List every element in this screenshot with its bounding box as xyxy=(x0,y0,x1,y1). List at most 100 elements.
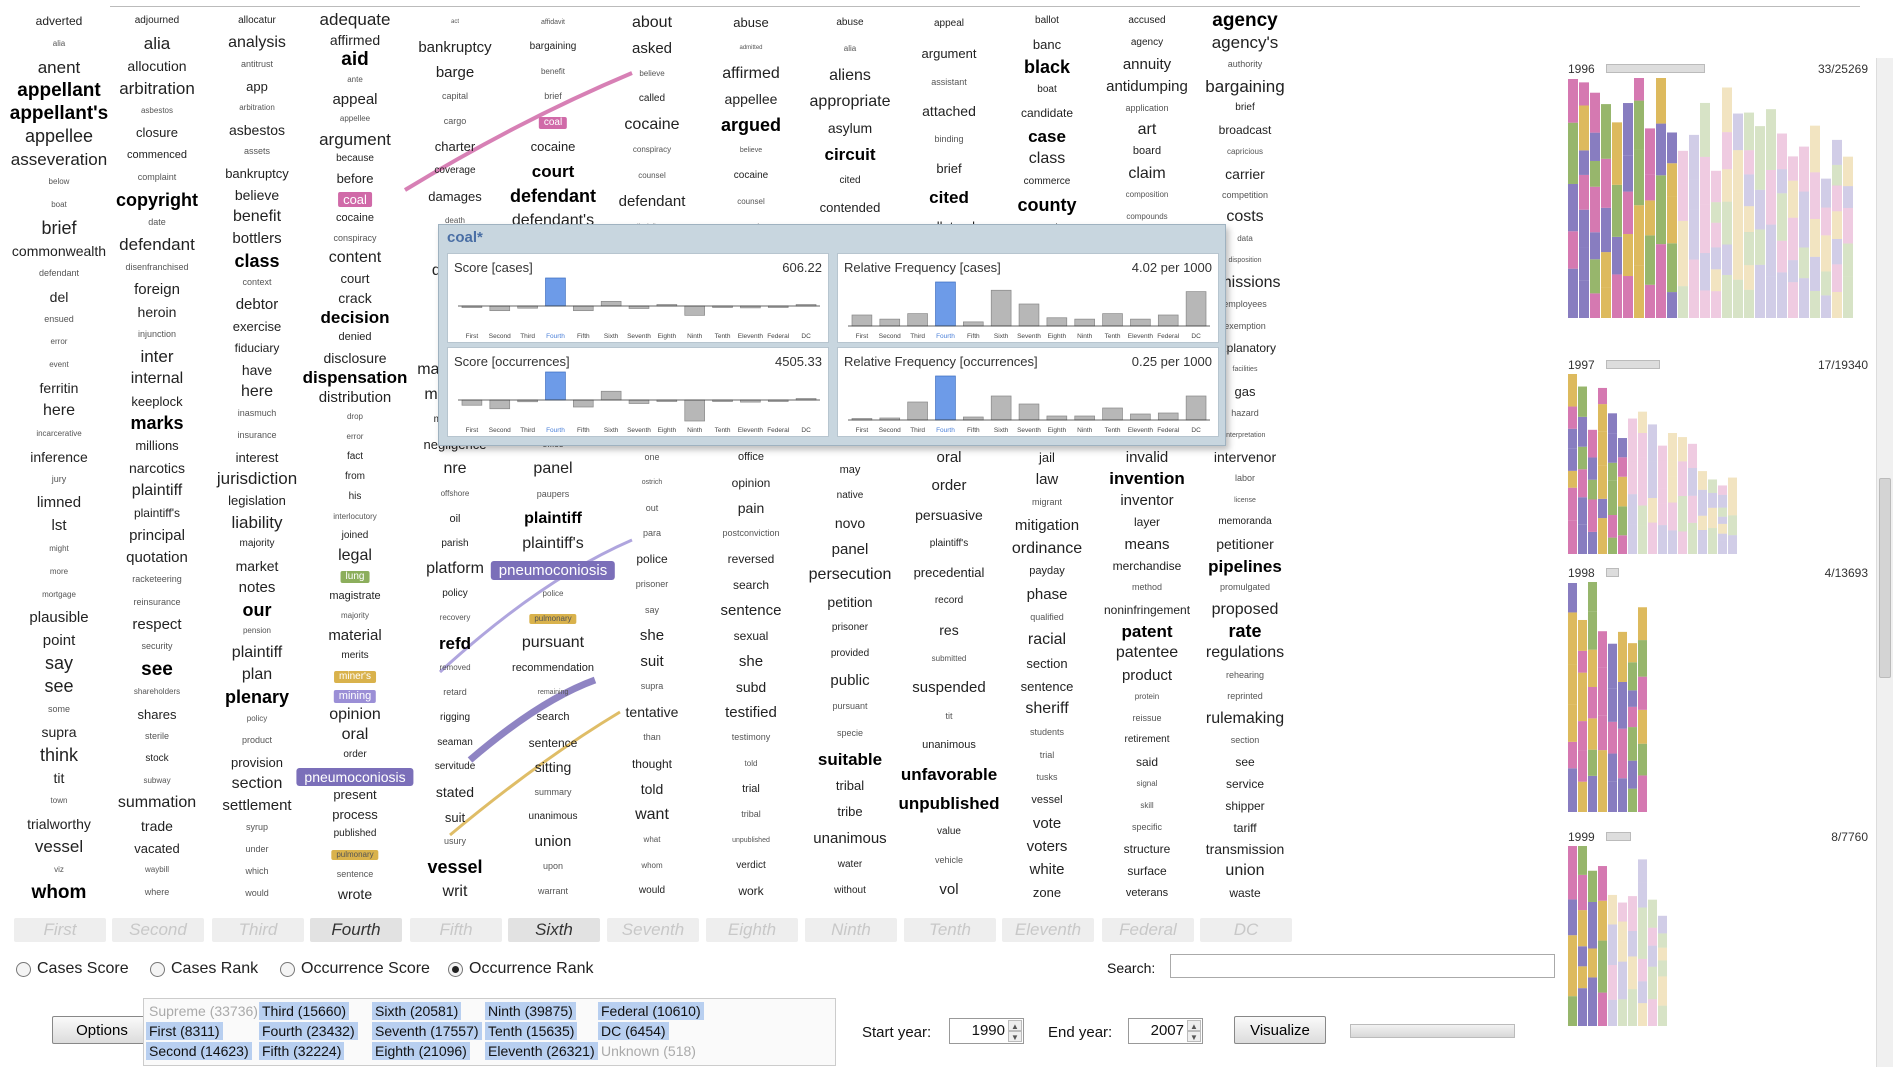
column-header-fourth[interactable]: Fourth xyxy=(310,918,402,942)
court-list-item[interactable]: Tenth (15635) xyxy=(485,1022,578,1040)
start-year-spinner[interactable]: 1990 ▲ ▼ xyxy=(949,1018,1024,1044)
word-item[interactable]: agency xyxy=(1186,11,1304,30)
spin-down-icon[interactable]: ▼ xyxy=(1008,1031,1022,1042)
court-selection-list[interactable]: Supreme (33736) First (8311) Second (14623… xyxy=(143,998,836,1066)
histogram-segment xyxy=(1578,672,1587,722)
court-list-item[interactable]: Fourth (23432) xyxy=(259,1022,358,1040)
radio-dot[interactable] xyxy=(448,961,463,977)
radio-occurrence-rank[interactable]: Occurrence Rank xyxy=(448,960,594,978)
column-header-ninth[interactable]: Ninth xyxy=(805,918,897,942)
word-item[interactable]: regulations xyxy=(1186,645,1304,661)
histogram-segment xyxy=(1711,291,1721,318)
spin-up-icon[interactable]: ▲ xyxy=(1187,1020,1201,1031)
options-button[interactable]: Options xyxy=(52,1016,152,1044)
radio-dot[interactable] xyxy=(150,961,165,977)
court-list-item[interactable]: Sixth (20581) xyxy=(372,1002,462,1020)
court-list-item[interactable]: Seventh (17557) xyxy=(372,1022,482,1040)
histogram-segment xyxy=(1832,185,1842,212)
spin-down-icon[interactable]: ▼ xyxy=(1187,1031,1201,1042)
histogram-segment xyxy=(1799,247,1809,279)
word-item[interactable]: shipper xyxy=(1186,800,1304,812)
word-item[interactable]: license xyxy=(1186,497,1304,504)
spin-up-icon[interactable]: ▲ xyxy=(1008,1020,1022,1031)
word-item[interactable]: transmission xyxy=(1186,842,1304,856)
word-item[interactable]: lung xyxy=(340,571,370,584)
histogram-segment xyxy=(1656,78,1666,124)
word-item[interactable]: costs xyxy=(1186,209,1304,225)
word-item[interactable]: pulmonary xyxy=(529,614,577,625)
column-header-federal[interactable]: Federal xyxy=(1102,918,1194,942)
column-header-sixth[interactable]: Sixth xyxy=(508,918,600,942)
histogram-segment xyxy=(1598,465,1607,499)
word-item[interactable]: promulgated xyxy=(1186,583,1304,592)
popup-title: coal* xyxy=(447,229,483,246)
court-list-item[interactable]: Third (15660) xyxy=(259,1002,350,1020)
column-header-third[interactable]: Third xyxy=(212,918,304,942)
court-list-item[interactable]: Eighth (21096) xyxy=(372,1042,470,1060)
histogram-segment xyxy=(1608,515,1617,538)
word-item[interactable]: capricious xyxy=(1186,147,1304,156)
word-item[interactable]: pipelines xyxy=(1186,558,1304,575)
vertical-scrollbar[interactable] xyxy=(1876,58,1893,1067)
column-header-tenth[interactable]: Tenth xyxy=(904,918,996,942)
word-item[interactable]: petitioner xyxy=(1186,537,1304,551)
court-list-item[interactable]: Federal (10610) xyxy=(598,1002,704,1020)
word-item[interactable]: union xyxy=(1186,863,1304,879)
court-list-item[interactable]: Supreme (33736) xyxy=(146,1002,261,1020)
word-item[interactable]: reprinted xyxy=(1186,692,1304,701)
scrollbar-thumb[interactable] xyxy=(1879,478,1891,678)
word-item[interactable]: agency's xyxy=(1186,34,1304,51)
court-list-item[interactable]: Second (14623) xyxy=(146,1042,252,1060)
column-header-first[interactable]: First xyxy=(14,918,106,942)
word-item[interactable]: see xyxy=(1186,756,1304,768)
visualize-button[interactable]: Visualize xyxy=(1234,1016,1326,1044)
column-header-seventh[interactable]: Seventh xyxy=(607,918,699,942)
search-input[interactable] xyxy=(1170,954,1555,978)
court-list-item[interactable]: First (8311) xyxy=(146,1022,223,1040)
word-item[interactable]: broadcast xyxy=(1186,124,1304,136)
column-header-fifth[interactable]: Fifth xyxy=(410,918,502,942)
column-header-second[interactable]: Second xyxy=(112,918,204,942)
word-item[interactable]: pulmonary xyxy=(331,850,379,861)
word-item[interactable]: proposed xyxy=(1186,601,1304,618)
word-item[interactable]: bargaining xyxy=(1186,78,1304,95)
end-year-spinner[interactable]: 2007 ▲ ▼ xyxy=(1128,1018,1203,1044)
popup-bar xyxy=(963,321,984,327)
word-item[interactable]: mining xyxy=(333,689,377,703)
radio-cases-rank[interactable]: Cases Rank xyxy=(150,960,258,978)
word-item[interactable]: miner's xyxy=(334,670,376,683)
court-list-item[interactable]: DC (6454) xyxy=(598,1022,669,1040)
word-item[interactable]: coal xyxy=(538,116,568,129)
column-header-dc[interactable]: DC xyxy=(1200,918,1292,942)
word-item[interactable]: service xyxy=(1186,778,1304,790)
word-item[interactable]: rulemaking xyxy=(1186,710,1304,727)
column-header-eleventh[interactable]: Eleventh xyxy=(1002,918,1094,942)
word-item[interactable]: tariff xyxy=(1186,822,1304,834)
word-item[interactable]: intervenor xyxy=(1186,450,1304,464)
radio-dot[interactable] xyxy=(280,961,295,977)
popup-axis-label: Sixth xyxy=(604,333,619,340)
court-list-item[interactable]: Unknown (518) xyxy=(598,1042,699,1060)
histogram-segment xyxy=(1638,1003,1647,1026)
word-item[interactable]: carrier xyxy=(1186,167,1304,181)
court-list-item[interactable]: Fifth (32224) xyxy=(259,1042,345,1060)
word-item[interactable]: memoranda xyxy=(1186,517,1304,527)
radio-occurrence-score[interactable]: Occurrence Score xyxy=(280,960,430,978)
court-list-item[interactable]: Ninth (39875) xyxy=(485,1002,576,1020)
word-item[interactable]: brief xyxy=(1186,103,1304,113)
word-item[interactable]: rate xyxy=(1186,622,1304,640)
histogram-segment xyxy=(1744,174,1754,207)
word-item[interactable]: coal xyxy=(338,192,372,208)
column-header-eighth[interactable]: Eighth xyxy=(706,918,798,942)
histogram-segment xyxy=(1608,413,1617,434)
popup-bar xyxy=(851,314,873,327)
word-item[interactable]: labor xyxy=(1186,474,1304,483)
word-item[interactable]: waste xyxy=(1186,887,1304,899)
radio-cases-score[interactable]: Cases Score xyxy=(16,960,129,978)
word-item[interactable]: section xyxy=(1186,735,1304,745)
word-item[interactable]: rehearing xyxy=(1186,670,1304,680)
word-item[interactable]: competition xyxy=(1186,190,1304,200)
court-list-item[interactable]: Eleventh (26321) xyxy=(485,1042,598,1060)
radio-dot[interactable] xyxy=(16,961,31,977)
word-item[interactable]: authority xyxy=(1186,60,1304,69)
